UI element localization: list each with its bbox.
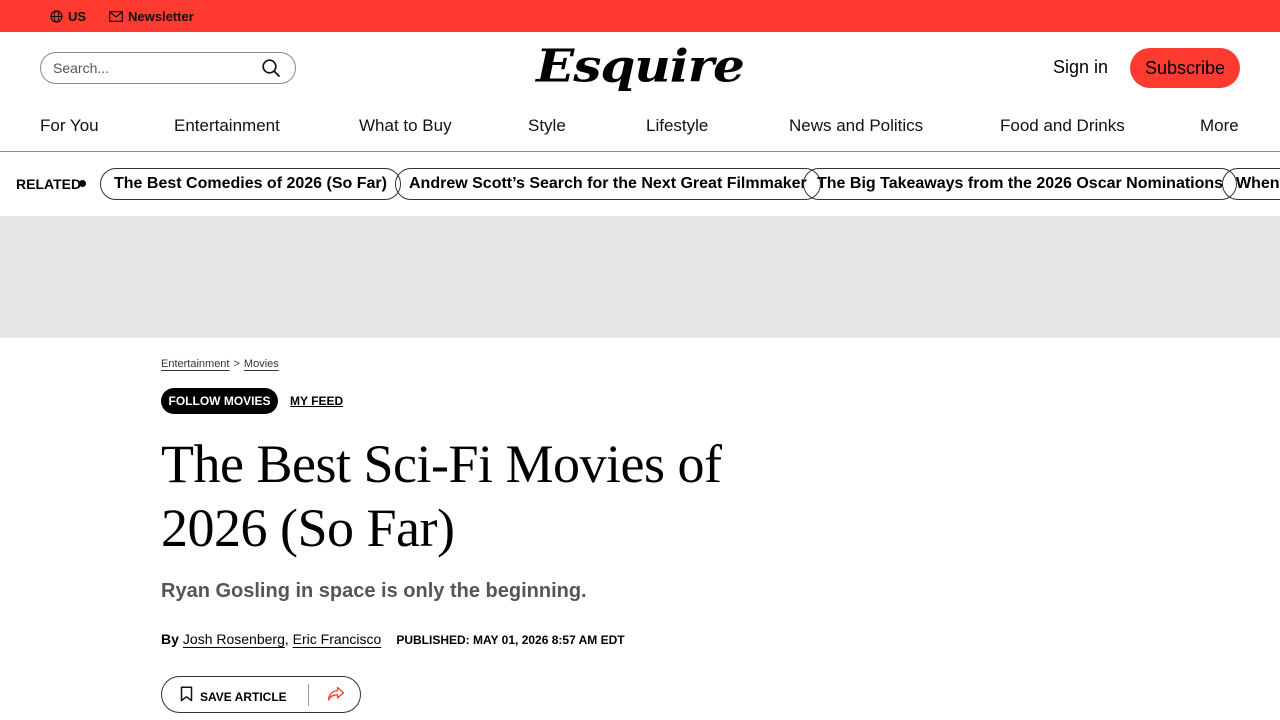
- article-dek: Ryan Gosling in space is only the beginn…: [161, 580, 587, 602]
- search-box[interactable]: [40, 52, 296, 84]
- nav-item-what-to-buy[interactable]: What to Buy: [359, 116, 452, 136]
- nav-item-lifestyle[interactable]: Lifestyle: [646, 116, 708, 136]
- bookmark-icon: [180, 686, 193, 707]
- related-dot: [79, 180, 86, 187]
- region-label: US: [68, 8, 87, 24]
- nav-item-style[interactable]: Style: [528, 116, 566, 136]
- article-actions: SAVE ARTICLE: [161, 676, 361, 713]
- published-date: PUBLISHED: MAY 01, 2026 8:57 AM EDT: [396, 633, 625, 647]
- search-input[interactable]: [53, 57, 253, 79]
- subscribe-button[interactable]: Subscribe: [1130, 48, 1240, 88]
- author-link[interactable]: Eric Francisco: [293, 630, 382, 648]
- related-pill[interactable]: Andrew Scott’s Search for the Next Great…: [395, 168, 821, 200]
- related-pill[interactable]: When: [1222, 168, 1280, 200]
- article-headline: The Best Sci-Fi Movies of 2026 (So Far): [161, 434, 722, 558]
- sign-in-link[interactable]: Sign in: [1053, 55, 1108, 79]
- save-article-label: SAVE ARTICLE: [200, 689, 287, 704]
- byline: By Josh Rosenberg, Eric Francisco PUBLIS…: [161, 630, 625, 649]
- breadcrumb-entertainment[interactable]: Entertainment: [161, 357, 229, 371]
- nav-item-entertainment[interactable]: Entertainment: [174, 116, 280, 136]
- newsletter-link[interactable]: Newsletter: [109, 8, 194, 24]
- breadcrumb-movies[interactable]: Movies: [244, 357, 279, 371]
- newsletter-label: Newsletter: [128, 8, 194, 24]
- breadcrumb: Entertainment > Movies: [161, 357, 279, 371]
- globe-icon: [50, 9, 63, 23]
- author-separator: ,: [284, 631, 289, 647]
- related-pill[interactable]: The Best Comedies of 2026 (So Far): [100, 168, 401, 200]
- mail-icon: [109, 10, 123, 22]
- related-pill[interactable]: The Big Takeaways from the 2026 Oscar No…: [803, 168, 1238, 200]
- share-icon[interactable]: [327, 686, 345, 707]
- author-link[interactable]: Josh Rosenberg: [183, 630, 285, 648]
- my-feed-link[interactable]: MY FEED: [290, 394, 343, 408]
- ad-placeholder: [0, 216, 1280, 338]
- nav-item-more[interactable]: More: [1200, 116, 1239, 136]
- region-selector[interactable]: US: [50, 8, 86, 24]
- follow-movies-button[interactable]: FOLLOW MOVIES: [161, 388, 278, 414]
- related-strip: RELATED The Best Comedies of 2026 (So Fa…: [0, 152, 1280, 216]
- site-logo[interactable]: Esquire: [490, 40, 790, 91]
- actions-divider: [308, 684, 309, 706]
- nav-item-news-and-politics[interactable]: News and Politics: [789, 116, 923, 136]
- top-utility-bar: US Newsletter: [0, 0, 1280, 32]
- byline-prefix: By: [161, 631, 179, 647]
- related-label: RELATED: [16, 176, 82, 192]
- nav-item-for-you[interactable]: For You: [40, 116, 99, 136]
- main-navigation: For You Entertainment What to Buy Style …: [0, 104, 1280, 152]
- save-article-button[interactable]: SAVE ARTICLE: [180, 686, 287, 707]
- breadcrumb-separator: >: [233, 358, 240, 370]
- nav-item-food-and-drinks[interactable]: Food and Drinks: [1000, 116, 1125, 136]
- search-icon[interactable]: [261, 58, 281, 83]
